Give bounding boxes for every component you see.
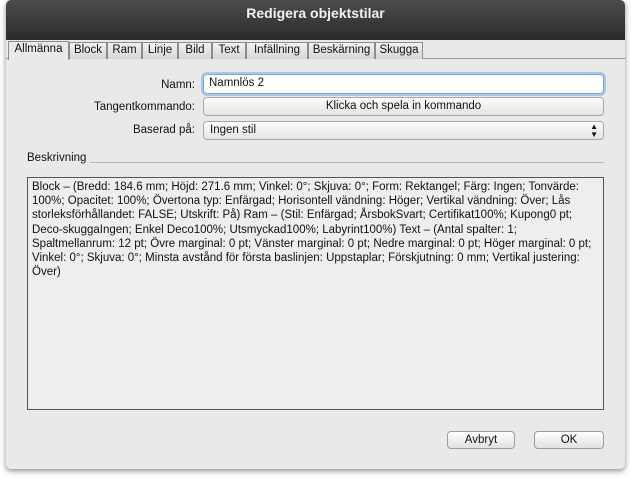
name-input[interactable]: Namnlös 2 xyxy=(203,74,604,94)
tab-text[interactable]: Text xyxy=(212,42,246,59)
name-label: Namn: xyxy=(161,79,195,91)
shortcut-label: Tangentkommando: xyxy=(93,101,195,113)
tab-block[interactable]: Block xyxy=(69,42,107,59)
description-title: Beskrivning xyxy=(27,152,87,164)
tab-bar: Allmänna Block Ram Linje Bild Text Infäl… xyxy=(6,40,625,60)
tab-allmanna[interactable]: Allmänna xyxy=(8,41,69,60)
tab-bild[interactable]: Bild xyxy=(178,42,212,59)
dialog-window: Redigera objektstilar Allmänna Block Ram… xyxy=(6,0,625,469)
tab-linje[interactable]: Linje xyxy=(142,42,178,59)
based-on-select[interactable]: Ingen stil ▲ ▼ xyxy=(203,121,604,140)
tab-skugga[interactable]: Skugga xyxy=(375,42,423,59)
based-on-label: Baserad på: xyxy=(132,124,195,136)
description-text: Block – (Bredd: 184.6 mm; Höjd: 271.6 mm… xyxy=(27,177,604,410)
tab-beskarning[interactable]: Beskärning xyxy=(308,42,375,59)
record-shortcut-button[interactable]: Klicka och spela in kommando xyxy=(203,97,604,116)
tab-infallning[interactable]: Infällning xyxy=(246,42,308,59)
section-divider xyxy=(90,162,604,163)
cancel-button[interactable]: Avbryt xyxy=(447,431,515,449)
window-title: Redigera objektstilar xyxy=(6,0,625,40)
up-down-chevron-icon: ▲ ▼ xyxy=(590,122,598,139)
ok-button[interactable]: OK xyxy=(534,431,604,449)
tab-ram[interactable]: Ram xyxy=(107,42,142,59)
based-on-value: Ingen stil xyxy=(210,124,257,136)
